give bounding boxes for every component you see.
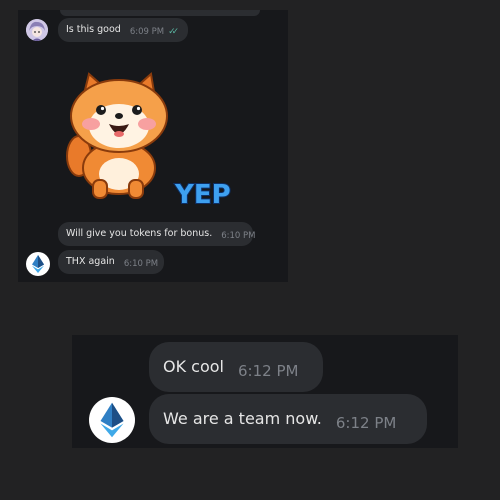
message-text: OK cool (163, 357, 224, 376)
read-receipt-icon: ✓✓ (168, 27, 179, 37)
message-text: Will give you tokens for bonus. (66, 228, 213, 239)
message-time: 6:10 PM (123, 259, 159, 269)
message-bubble[interactable]: Is this good 6:09 PM ✓✓ (58, 18, 188, 42)
shiba-dog-sticker-icon: YEP (66, 72, 232, 211)
ethereum-logo-icon (100, 402, 124, 438)
previous-message-bubble (60, 10, 260, 16)
yep-sticker[interactable]: YEP (63, 68, 233, 211)
message-text: THX again (66, 256, 115, 267)
ethereum-logo-icon (32, 255, 44, 273)
message-text: Is this good (66, 24, 121, 35)
message-time: 6:12 PM (238, 362, 299, 380)
message-text: We are a team now. (163, 409, 322, 428)
chat-panel-top: Is this good 6:09 PM ✓✓ YEP Will give yo… (18, 10, 288, 282)
message-bubble[interactable]: We are a team now. 6:12 PM (149, 394, 427, 444)
message-bubble[interactable]: OK cool 6:12 PM (149, 342, 323, 392)
message-bubble[interactable]: Will give you tokens for bonus. 6:10 PM (58, 222, 256, 246)
message-bubble[interactable]: THX again 6:10 PM (58, 250, 164, 274)
sticker-text: YEP (174, 180, 231, 208)
ethereum-avatar[interactable] (26, 252, 50, 276)
message-time: 6:10 PM (221, 231, 256, 241)
user-avatar[interactable] (26, 19, 48, 41)
chat-panel-bottom: OK cool 6:12 PM We are a team now. 6:12 PM (72, 335, 458, 448)
anime-avatar-icon (26, 19, 48, 41)
ethereum-avatar[interactable] (89, 397, 135, 443)
message-time: 6:09 PM (129, 27, 165, 37)
message-time: 6:12 PM (335, 414, 397, 432)
